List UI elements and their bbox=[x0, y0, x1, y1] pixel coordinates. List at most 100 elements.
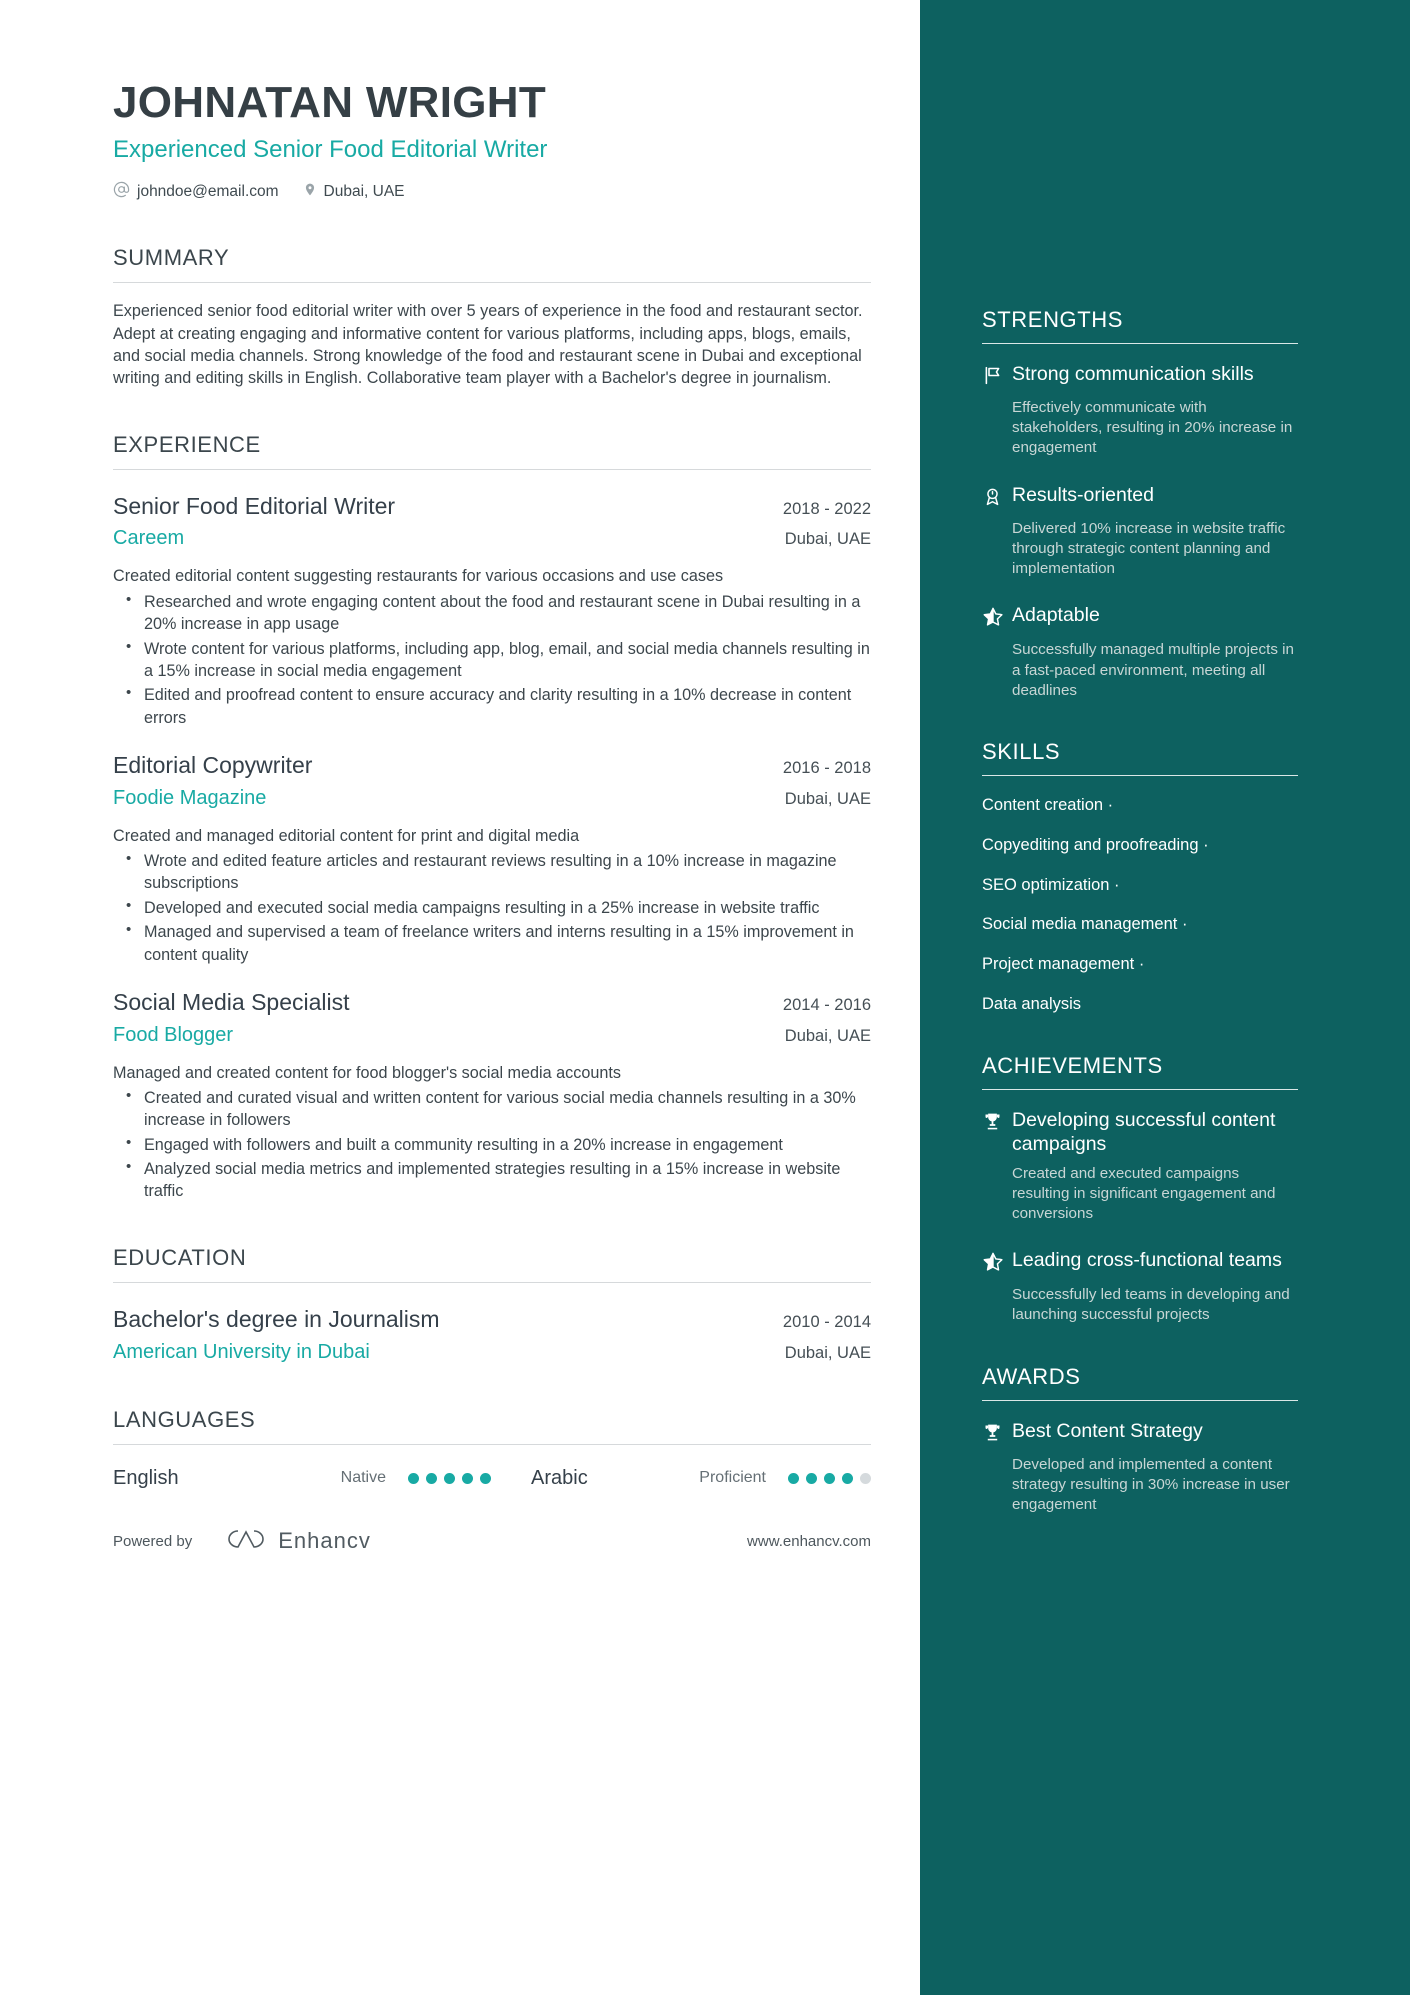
website-link[interactable]: www.enhancv.com bbox=[747, 1533, 871, 1550]
contact-location-text: Dubai, UAE bbox=[323, 183, 405, 201]
trophy-icon bbox=[982, 1108, 1012, 1157]
language-level: Proficient bbox=[699, 1469, 766, 1487]
strength-title: Strong communication skills bbox=[1012, 363, 1254, 385]
section-languages: LANGUAGES English Native Arabic Proficie… bbox=[113, 1407, 871, 1490]
strength-title: Results-oriented bbox=[1012, 483, 1154, 506]
experience-description: Created editorial content suggesting res… bbox=[113, 567, 724, 586]
contact-email[interactable]: johndoe@email.com bbox=[113, 181, 279, 203]
list-item: Engaged with followers and built a commu… bbox=[113, 1133, 871, 1156]
section-strengths: STRENGTHS Strong communication skills Ef… bbox=[982, 307, 1298, 701]
experience-company[interactable]: Foodie Magazine bbox=[113, 785, 266, 811]
list-item: Developed and executed social media camp… bbox=[113, 896, 871, 919]
languages-heading: LANGUAGES bbox=[113, 1406, 256, 1432]
list-item: Wrote and edited feature articles and re… bbox=[113, 849, 871, 895]
strength-desc: Successfully managed multiple projects i… bbox=[1012, 641, 1294, 699]
achievement-desc: Created and executed campaigns resulting… bbox=[1012, 1164, 1276, 1222]
divider bbox=[113, 1281, 871, 1283]
list-item: Researched and wrote engaging content ab… bbox=[113, 590, 871, 636]
list-item: Wrote content for various platforms, inc… bbox=[113, 637, 871, 683]
rating-dot bbox=[444, 1472, 455, 1484]
experience-role: Editorial Copywriter bbox=[113, 751, 313, 778]
at-icon bbox=[113, 181, 130, 203]
brand-logo: Enhancv bbox=[224, 1526, 371, 1557]
skill-item: Data analysis bbox=[982, 994, 1082, 1013]
experience-bullets: Researched and wrote engaging content ab… bbox=[113, 590, 871, 729]
experience-bullets: Created and curated visual and written c… bbox=[113, 1086, 871, 1203]
award-medal-icon bbox=[982, 483, 1012, 512]
contact-location: Dubai, UAE bbox=[303, 181, 405, 203]
rating-dot bbox=[806, 1472, 817, 1484]
powered-by-label: Powered by bbox=[113, 1532, 193, 1550]
main-column: JOHNATAN WRIGHT Experienced Senior Food … bbox=[0, 0, 920, 1995]
experience-entry: Social Media Specialist 2014 - 2016 Food… bbox=[113, 988, 871, 1203]
achievement-desc: Successfully led teams in developing and… bbox=[1012, 1286, 1290, 1324]
experience-heading: EXPERIENCE bbox=[113, 431, 261, 457]
experience-description: Managed and created content for food blo… bbox=[113, 1063, 621, 1082]
sidebar: STRENGTHS Strong communication skills Ef… bbox=[920, 0, 1410, 1995]
rating-dot bbox=[788, 1472, 799, 1484]
rating-dot bbox=[860, 1472, 871, 1484]
footer: Powered by Enhancv www.enhancv.com bbox=[113, 1526, 871, 1557]
contact-row: johndoe@email.com Dubai, UAE bbox=[113, 181, 871, 203]
skill-item: SEO optimization · bbox=[982, 875, 1120, 894]
section-education: EDUCATION Bachelor's degree in Journalis… bbox=[113, 1245, 871, 1365]
resume-page: JOHNATAN WRIGHT Experienced Senior Food … bbox=[0, 0, 1410, 1995]
experience-description: Created and managed editorial content fo… bbox=[113, 826, 580, 845]
star-icon bbox=[982, 1248, 1012, 1278]
achievement-title: Leading cross-functional teams bbox=[1012, 1249, 1282, 1272]
section-achievements: ACHIEVEMENTS Developing successful conte… bbox=[982, 1053, 1298, 1326]
strengths-heading: STRENGTHS bbox=[982, 307, 1124, 332]
experience-company[interactable]: Food Blogger bbox=[113, 1022, 233, 1048]
achievements-heading: ACHIEVEMENTS bbox=[982, 1052, 1163, 1078]
awards-heading: AWARDS bbox=[982, 1363, 1081, 1389]
language-item: Arabic Proficient bbox=[491, 1467, 871, 1490]
rating-dot bbox=[462, 1472, 473, 1484]
candidate-name: JOHNATAN WRIGHT bbox=[113, 78, 547, 127]
experience-location: Dubai, UAE bbox=[784, 1026, 871, 1045]
experience-entry: Senior Food Editorial Writer 2018 - 2022… bbox=[113, 492, 871, 729]
education-heading: EDUCATION bbox=[113, 1244, 247, 1270]
experience-dates: 2016 - 2018 bbox=[782, 758, 871, 777]
skill-item: Project management · bbox=[982, 955, 1145, 974]
languages-row: English Native Arabic Proficient bbox=[113, 1467, 871, 1490]
skills-heading: SKILLS bbox=[982, 738, 1061, 764]
section-awards: AWARDS Best Content Strategy Developed a… bbox=[982, 1364, 1298, 1516]
summary-heading: SUMMARY bbox=[113, 245, 230, 271]
education-location: Dubai, UAE bbox=[784, 1343, 871, 1362]
star-icon bbox=[982, 603, 1012, 633]
education-school[interactable]: American University in Dubai bbox=[113, 1339, 370, 1365]
education-entry: Bachelor's degree in Journalism 2010 - 2… bbox=[113, 1305, 871, 1365]
experience-role: Social Media Specialist bbox=[113, 988, 350, 1015]
list-item: Analyzed social media metrics and implem… bbox=[113, 1157, 871, 1203]
brand-name: Enhancv bbox=[278, 1528, 371, 1554]
achievement-item: Leading cross-functional teams bbox=[982, 1248, 1298, 1278]
strength-desc: Delivered 10% increase in website traffi… bbox=[1012, 519, 1286, 578]
trophy-icon bbox=[982, 1419, 1012, 1448]
language-item: English Native bbox=[113, 1467, 491, 1490]
section-summary: SUMMARY Experienced senior food editoria… bbox=[113, 245, 871, 389]
experience-entry: Editorial Copywriter 2016 - 2018 Foodie … bbox=[113, 751, 871, 966]
strength-item: Results-oriented bbox=[982, 483, 1298, 512]
skill-item: Copyediting and proofreading · bbox=[982, 835, 1209, 854]
rating-dot bbox=[824, 1472, 835, 1484]
experience-company[interactable]: Careem bbox=[113, 525, 184, 551]
award-desc: Developed and implemented a content stra… bbox=[1012, 1455, 1290, 1514]
rating-dot bbox=[842, 1472, 853, 1484]
list-item: Managed and supervised a team of freelan… bbox=[113, 920, 871, 966]
award-title: Best Content Strategy bbox=[1012, 1419, 1203, 1442]
list-item: Edited and proofread content to ensure a… bbox=[113, 683, 871, 729]
experience-dates: 2018 - 2022 bbox=[782, 499, 871, 518]
divider bbox=[982, 1399, 1298, 1401]
divider bbox=[982, 774, 1298, 776]
rating-dot bbox=[426, 1472, 437, 1484]
experience-location: Dubai, UAE bbox=[784, 530, 871, 549]
strength-desc: Effectively communicate with stakeholder… bbox=[1012, 399, 1293, 457]
language-name: Arabic bbox=[531, 1466, 588, 1489]
education-dates: 2010 - 2014 bbox=[782, 1312, 871, 1331]
divider bbox=[113, 282, 871, 284]
divider bbox=[113, 1443, 871, 1445]
award-item: Best Content Strategy bbox=[982, 1419, 1298, 1448]
divider bbox=[982, 1088, 1298, 1090]
contact-email-text: johndoe@email.com bbox=[137, 183, 279, 201]
flag-icon bbox=[982, 362, 1012, 391]
